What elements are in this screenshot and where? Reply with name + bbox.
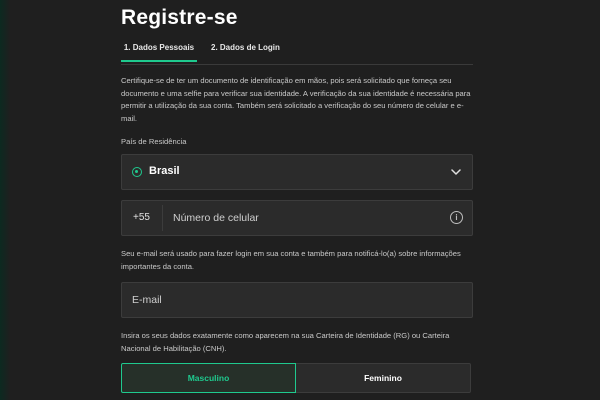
- phone-number-input[interactable]: [173, 210, 433, 226]
- email-input[interactable]: [132, 292, 452, 308]
- email-notice: Seu e-mail será usado para fazer login e…: [121, 249, 461, 271]
- prefix-divider: [162, 205, 163, 231]
- gender-male-button[interactable]: Masculino: [121, 363, 296, 393]
- brazil-flag-icon: [132, 167, 142, 177]
- identity-notice: Certifique-se de ter um documento de ide…: [121, 76, 471, 123]
- active-tab-indicator: [121, 60, 197, 62]
- chevron-down-icon: [451, 169, 461, 175]
- page-title: Registre-se: [121, 6, 238, 29]
- gender-toggle: Masculino Feminino: [121, 363, 473, 393]
- country-select[interactable]: Brasil: [121, 154, 473, 190]
- phone-field: +55 i: [121, 200, 473, 236]
- tabs-divider: [121, 64, 473, 65]
- info-icon[interactable]: i: [450, 211, 463, 224]
- email-field: [121, 282, 473, 318]
- country-code-prefix: +55: [133, 212, 150, 223]
- tab-personal-data[interactable]: 1. Dados Pessoais: [121, 38, 197, 62]
- gender-female-button[interactable]: Feminino: [296, 363, 471, 393]
- step-tabs: 1. Dados Pessoais 2. Dados de Login: [121, 38, 473, 62]
- tab-login-data[interactable]: 2. Dados de Login: [211, 38, 280, 62]
- country-label: País de Residência: [121, 137, 187, 146]
- country-value: Brasil: [149, 165, 180, 177]
- background-edge-glow: [0, 0, 10, 400]
- id-document-notice: Insira os seus dados exatamente como apa…: [121, 331, 450, 353]
